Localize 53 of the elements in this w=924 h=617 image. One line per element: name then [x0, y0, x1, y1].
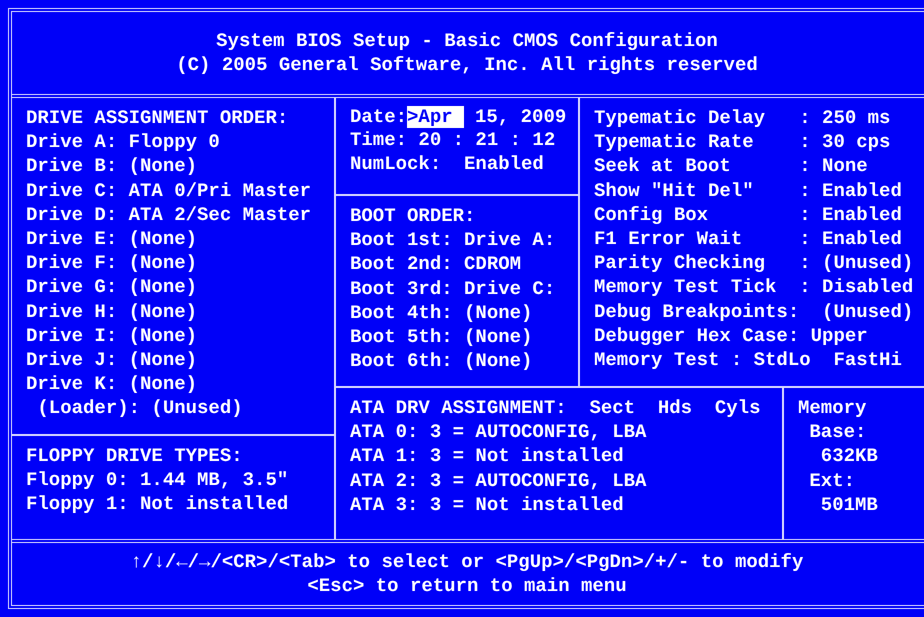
drive-setting[interactable]: Drive E: (None): [26, 226, 324, 252]
memory-label: Ext:: [808, 468, 856, 493]
setting-line[interactable]: Parity Checking : (Unused): [594, 251, 924, 276]
ata-setting[interactable]: ATA 3: 3 = Not installed: [350, 492, 772, 517]
drive-setting[interactable]: (Loader): (Unused): [26, 396, 324, 420]
section-heading: ATA DRV ASSIGNMENT: Sect Hds Cyls: [350, 396, 762, 420]
drive-setting[interactable]: Drive K: (None): [26, 372, 324, 396]
time-setting[interactable]: Time: 20 : 21 : 12: [350, 128, 568, 152]
drive-setting[interactable]: Drive B: (None): [26, 154, 324, 179]
memory-value: 632KB: [820, 444, 879, 469]
boot-setting[interactable]: Boot 4th: (None): [350, 300, 568, 325]
setting-line[interactable]: Seek at Boot : None: [594, 154, 924, 179]
boot-setting[interactable]: Boot 6th: (None): [350, 349, 568, 374]
drive-setting[interactable]: Drive C: ATA 0/Pri Master: [26, 178, 324, 203]
copyright-text: (C) 2005 General Software, Inc. All rights reserved: [176, 53, 758, 78]
boot-setting[interactable]: Boot 1st: Drive A:: [350, 228, 568, 252]
drive-setting[interactable]: Drive I: (None): [26, 324, 324, 348]
memory-value: 501MB: [820, 492, 879, 517]
date-label: Date:: [350, 106, 408, 128]
boot-setting[interactable]: Boot 3rd: Drive C:: [350, 276, 568, 301]
drive-setting[interactable]: Drive G: (None): [26, 275, 324, 300]
boot-setting[interactable]: Boot 2nd: CDROM: [350, 252, 568, 277]
help-text: <Esc> to return to main menu: [307, 574, 627, 598]
screen-title: System BIOS Setup - Basic CMOS Configuration: [216, 28, 718, 53]
drive-setting[interactable]: Drive F: (None): [26, 251, 324, 276]
boot-setting[interactable]: Boot 5th: (None): [350, 324, 568, 350]
section-heading: FLOPPY DRIVE TYPES:: [26, 444, 244, 468]
drive-setting[interactable]: Drive H: (None): [26, 300, 324, 324]
section-heading: BOOT ORDER:: [350, 204, 476, 228]
setting-line[interactable]: Memory Test : StdLo FastHi: [594, 348, 924, 372]
floppy-setting[interactable]: Floppy 1: Not installed: [26, 492, 324, 517]
help-text: ↑/↓/←/→/<CR>/<Tab> to select or <PgUp>/<PgDn>/+/- to modify: [130, 550, 804, 574]
floppy-setting[interactable]: Floppy 0: 1.44 MB, 3.5": [26, 468, 324, 492]
section-heading: Memory: [798, 396, 868, 420]
setting-line[interactable]: Typematic Rate : 30 cps: [594, 130, 924, 154]
date-value[interactable]: 15, 2009: [464, 106, 566, 128]
setting-line[interactable]: Config Box : Enabled: [594, 202, 924, 227]
setting-line[interactable]: Debugger Hex Case: Upper: [594, 324, 924, 348]
setting-line[interactable]: Memory Test Tick : Disabled: [594, 275, 924, 300]
drive-setting[interactable]: Drive A: Floppy 0: [26, 130, 324, 154]
ata-setting[interactable]: ATA 2: 3 = AUTOCONFIG, LBA: [350, 468, 772, 493]
setting-line[interactable]: Show "Hit Del" : Enabled: [594, 178, 924, 203]
ata-setting[interactable]: ATA 1: 3 = Not installed: [350, 444, 772, 469]
memory-label: Base:: [808, 420, 868, 444]
setting-line[interactable]: Typematic Delay : 250 ms: [594, 106, 924, 130]
numlock-setting[interactable]: NumLock: Enabled: [350, 152, 568, 176]
drive-setting[interactable]: Drive D: ATA 2/Sec Master: [26, 202, 324, 227]
ata-setting[interactable]: ATA 0: 3 = AUTOCONFIG, LBA: [350, 420, 772, 444]
month-field[interactable]: >Apr: [407, 106, 464, 128]
setting-line[interactable]: F1 Error Wait : Enabled: [594, 226, 924, 252]
section-heading: DRIVE ASSIGNMENT ORDER:: [26, 106, 290, 130]
setting-line[interactable]: Debug Breakpoints: (Unused): [594, 300, 924, 324]
drive-setting[interactable]: Drive J: (None): [26, 348, 324, 372]
